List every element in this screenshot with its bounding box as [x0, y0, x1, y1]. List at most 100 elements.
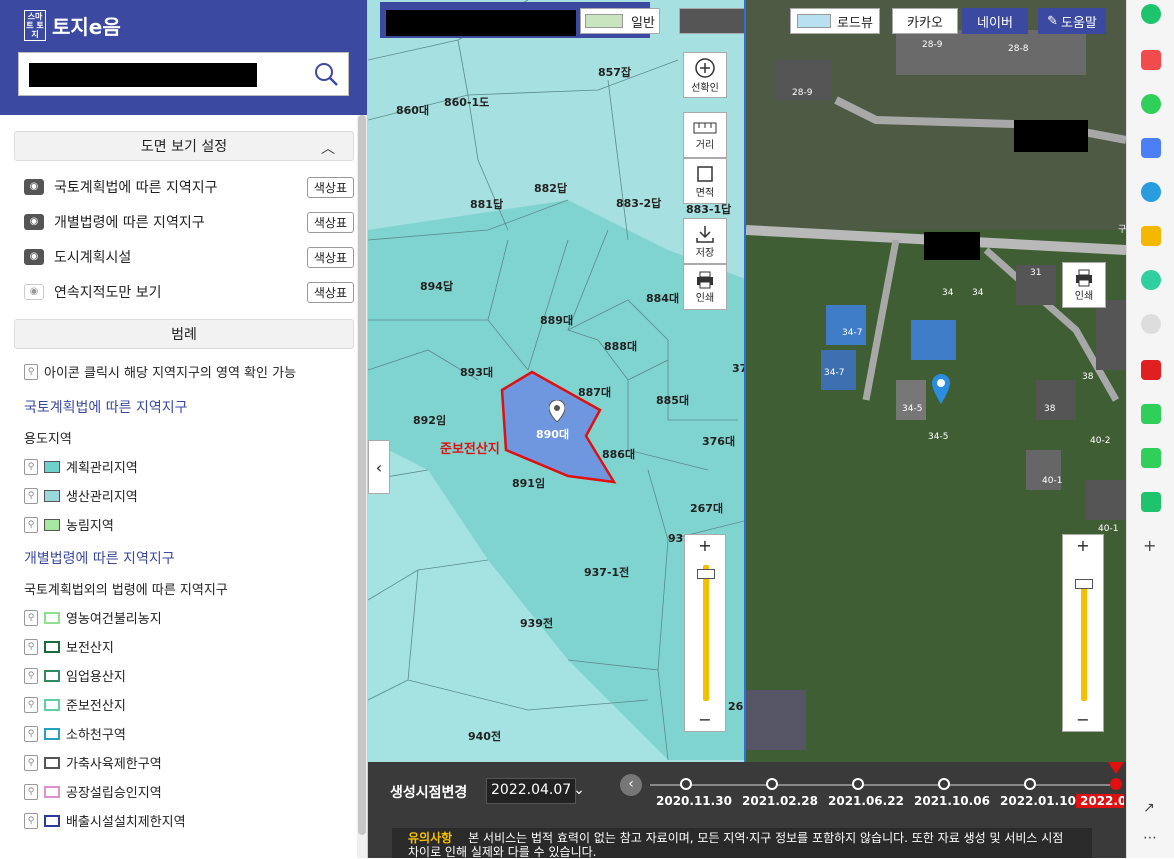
search-input[interactable] [29, 63, 257, 87]
zoom-out-button[interactable]: − [685, 709, 725, 731]
parcel-label[interactable]: 884대 [646, 290, 679, 306]
logo[interactable]: 스마트 토지 토지e음 [24, 10, 121, 41]
zoom-out-button[interactable]: − [1063, 709, 1103, 731]
app-icon[interactable] [1141, 4, 1161, 24]
external-link-icon[interactable]: ↗ [1143, 800, 1155, 816]
square-icon[interactable] [1141, 448, 1161, 468]
selected-parcel-label[interactable]: 890대 [536, 426, 569, 442]
parcel-label[interactable]: 883-2답 [616, 195, 661, 211]
zoom-in-button[interactable]: + [1063, 535, 1103, 557]
parcel-label[interactable]: 889대 [540, 312, 573, 328]
play-icon[interactable] [1141, 270, 1161, 290]
timeline-point[interactable] [1024, 778, 1036, 790]
legend-item[interactable]: ⚲ 임업용산지 [0, 661, 368, 690]
avatar-icon[interactable] [1141, 314, 1161, 334]
color-table-button[interactable]: 색상표 [306, 282, 354, 303]
pin-icon[interactable]: ⚲ [24, 725, 38, 742]
parcel-label[interactable]: 882답 [534, 180, 567, 196]
search-box[interactable] [18, 52, 349, 96]
satellite-print-button[interactable]: 인쇄 [1062, 262, 1106, 308]
tool-area[interactable]: 면적 [683, 158, 727, 204]
timeline-date[interactable]: 2021.06.22 [828, 794, 904, 808]
timeline-point[interactable] [852, 778, 864, 790]
parcel-label[interactable]: 857잡 [598, 64, 631, 80]
map-type-general[interactable]: 일반 [580, 8, 660, 34]
satellite-zoom-control[interactable]: + − [1062, 534, 1104, 732]
color-table-button[interactable]: 색상표 [306, 177, 354, 198]
parcel-label[interactable]: 26 [728, 700, 743, 713]
parcel-label[interactable]: 885대 [656, 392, 689, 408]
layer-row[interactable]: ◉ 도시계획시설 색상표 [0, 239, 368, 274]
parcel-label[interactable]: 888대 [604, 338, 637, 354]
layer-row[interactable]: ◉ 연속지적도만 보기 색상표 [0, 274, 368, 309]
timeline-point[interactable] [1110, 778, 1122, 790]
color-table-button[interactable]: 색상표 [306, 212, 354, 233]
zoom-knob[interactable] [1075, 579, 1093, 589]
legend-item[interactable]: ⚲ 보전산지 [0, 632, 368, 661]
parcel-label[interactable]: 891임 [512, 475, 545, 491]
now-icon[interactable] [1141, 360, 1161, 380]
parcel-label[interactable]: 376대 [702, 433, 735, 449]
timeline-date[interactable]: 2022.0 [1076, 794, 1124, 808]
parcel-label[interactable]: 886대 [602, 446, 635, 462]
pin-icon[interactable]: ⚲ [24, 754, 38, 771]
naver-n-icon[interactable] [1141, 492, 1161, 512]
timeline-date[interactable]: 2022.01.10 [1000, 794, 1076, 808]
eye-icon[interactable]: ◉ [24, 248, 44, 265]
pin-icon[interactable]: ⚲ [24, 783, 38, 800]
calendar-icon[interactable] [1141, 138, 1161, 158]
timeline-point[interactable] [938, 778, 950, 790]
naver-button[interactable]: 네이버 [962, 8, 1028, 34]
zoom-track[interactable] [703, 565, 709, 701]
collapse-panel-button[interactable]: ‹ [368, 440, 390, 494]
pin-icon[interactable]: ⚲ [24, 458, 38, 475]
eye-off-icon[interactable]: ◉ [24, 283, 44, 300]
parcel-label[interactable]: 881답 [470, 196, 503, 212]
timeline-prev-button[interactable]: ‹ [620, 774, 642, 796]
roadview-button[interactable]: 로드뷰 [790, 8, 880, 34]
parcel-label[interactable]: 860-1도 [444, 94, 489, 110]
zoom-track[interactable] [1081, 585, 1087, 701]
timeline-date[interactable]: 2021.10.06 [914, 794, 990, 808]
legend-item[interactable]: ⚲ 공장설립승인지역 [0, 777, 368, 806]
location-pin-icon[interactable] [549, 400, 565, 422]
tool-distance[interactable]: 거리 [683, 112, 727, 158]
eye-icon[interactable]: ◉ [24, 213, 44, 230]
layer-row[interactable]: ◉ 개별법령에 따른 지역지구 색상표 [0, 204, 368, 239]
timeline-date-select[interactable]: 2022.04.07 ⌄ [486, 778, 585, 804]
bell-icon[interactable] [1141, 94, 1161, 114]
add-icon[interactable]: + [1143, 536, 1156, 555]
layer-row[interactable]: ◉ 국토계획법에 따른 지역지구 색상표 [0, 169, 368, 204]
legend-item[interactable]: ⚲ 준보전산지 [0, 690, 368, 719]
pin-icon[interactable]: ⚲ [24, 667, 38, 684]
parcel-label[interactable]: 894답 [420, 278, 453, 294]
help-button[interactable]: ✎ 도움말 [1038, 8, 1106, 34]
parcel-label[interactable]: 892임 [413, 412, 446, 428]
legend-item[interactable]: ⚲ 배출시설설치제한지역 [0, 806, 368, 835]
parcel-label[interactable]: 267대 [690, 500, 723, 516]
legend-item[interactable]: ⚲ 가축사육제한구역 [0, 748, 368, 777]
zoom-knob[interactable] [697, 569, 715, 579]
pin-icon[interactable]: ⚲ [24, 487, 38, 504]
pin-icon[interactable]: ⚲ [24, 516, 38, 533]
tool-select[interactable]: 선확인 [683, 52, 727, 98]
color-table-button[interactable]: 색상표 [306, 247, 354, 268]
parcel-label[interactable]: 860대 [396, 102, 429, 118]
pin-icon[interactable]: ⚲ [24, 638, 38, 655]
pin-icon[interactable]: ⚲ [24, 609, 38, 626]
parcel-label[interactable]: 893대 [460, 364, 493, 380]
pocket-icon[interactable] [1141, 50, 1161, 70]
timeline-point[interactable] [766, 778, 778, 790]
kakao-button[interactable]: 카카오 [892, 8, 958, 34]
timeline-date[interactable]: 2020.11.30 [656, 794, 732, 808]
legend-item[interactable]: ⚲ 계획관리지역 [0, 452, 368, 481]
map-type-satellite[interactable] [679, 8, 746, 34]
more-icon[interactable]: ⋯ [1143, 830, 1157, 846]
tool-print[interactable]: 인쇄 [683, 264, 727, 310]
parcel-label[interactable]: 887대 [578, 384, 611, 400]
satellite-map[interactable]: 28-9 28-8 28-9 31 34 34 34-7 34-7 34-5 34-5 38 38 40… [746, 0, 1126, 858]
tool-save[interactable]: 저장 [683, 218, 727, 264]
legend-item[interactable]: ⚲ 영농여건불리농지 [0, 603, 368, 632]
zoom-in-button[interactable]: + [685, 535, 725, 557]
eye-icon[interactable]: ◉ [24, 178, 44, 195]
